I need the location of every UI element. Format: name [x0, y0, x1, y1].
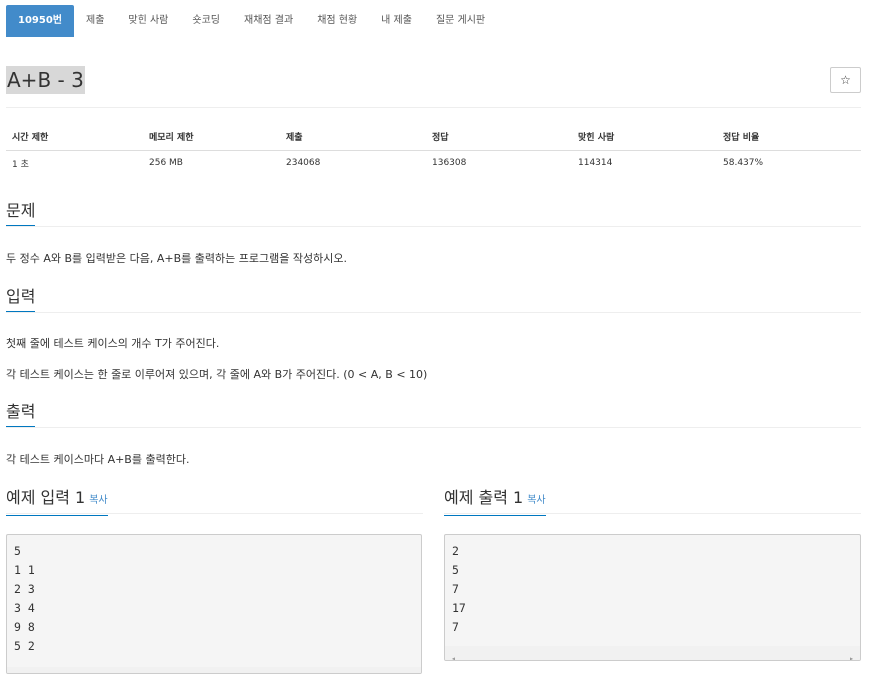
horizontal-scrollbar[interactable]: ◂ ▸ — [7, 667, 421, 673]
ratio-value: 58.437% — [723, 158, 764, 169]
sample-input-line: 9 8 — [14, 620, 35, 634]
favorite-button[interactable]: ☆ — [830, 67, 861, 93]
output-description: 각 테스트 케이스마다 A+B를 출력한다. — [6, 453, 190, 466]
tab-problem[interactable]: 10950번 — [6, 5, 74, 37]
header-ratio: 정답 비율 — [717, 124, 861, 151]
sample-input-line: 2 3 — [14, 582, 35, 596]
section-problem-title: 문제 — [6, 202, 36, 226]
sample-input-line: 3 4 — [14, 601, 35, 615]
tab-submit[interactable]: 제출 — [74, 5, 116, 37]
problem-title-wrap: A+B - 3 — [6, 66, 85, 94]
tab-short-coding[interactable]: 숏코딩 — [180, 5, 232, 37]
sample-output-line: 7 — [452, 620, 459, 634]
section-problem: 문제 — [6, 202, 861, 227]
star-icon: ☆ — [840, 73, 851, 87]
section-input-title: 입력 — [6, 288, 36, 312]
tab-my-submissions[interactable]: 내 제출 — [369, 5, 424, 37]
problem-description: 두 정수 A와 B를 입력받은 다음, A+B를 출력하는 프로그램을 작성하시… — [6, 252, 347, 265]
accepted-value: 136308 — [432, 158, 467, 169]
sample-input-line: 5 — [14, 544, 21, 558]
header-accepted: 정답 — [426, 124, 572, 151]
input-description-2: 각 테스트 케이스는 한 줄로 이루어져 있으며, 각 줄에 A와 B가 주어진… — [6, 368, 428, 381]
problem-tabs: 10950번 제출 맞힌 사람 숏코딩 재채점 결과 채점 현황 내 제출 질문… — [6, 5, 497, 37]
section-sample-input: 예제 입력 1 복사 — [6, 489, 423, 516]
memory-limit-value: 256 MB — [149, 158, 183, 169]
scroll-left-icon[interactable]: ◂ — [451, 649, 456, 660]
horizontal-scrollbar[interactable]: ◂ ▸ — [445, 646, 860, 660]
sample-input-box[interactable]: 5 1 1 2 3 3 4 9 8 5 2 ◂ ▸ — [6, 534, 422, 674]
scroll-right-icon[interactable]: ▸ — [410, 670, 415, 673]
submissions-value: 234068 — [286, 158, 321, 169]
tab-solvers[interactable]: 맞힌 사람 — [116, 5, 180, 37]
tab-board[interactable]: 질문 게시판 — [424, 5, 497, 37]
sample-output-line: 7 — [452, 582, 459, 596]
tab-status[interactable]: 채점 현황 — [305, 5, 369, 37]
scroll-left-icon[interactable]: ◂ — [13, 670, 18, 673]
sample-input-title: 예제 입력 1 복사 — [6, 489, 108, 516]
section-input: 입력 — [6, 288, 861, 313]
problem-info-table: 시간 제한 메모리 제한 제출 정답 맞힌 사람 정답 비율 1 초 256 M… — [6, 124, 861, 176]
sample-output-line: 2 — [452, 544, 459, 558]
copy-input-button[interactable]: 복사 — [89, 495, 107, 506]
section-output: 출력 — [6, 403, 861, 428]
sample-output-line: 5 — [452, 563, 459, 577]
header-time-limit: 시간 제한 — [6, 124, 143, 151]
scroll-right-icon[interactable]: ▸ — [849, 649, 854, 660]
title-divider — [6, 107, 861, 108]
header-solvers: 맞힌 사람 — [572, 124, 717, 151]
sample-output-line: 17 — [452, 601, 466, 615]
sample-output-box[interactable]: 2 5 7 17 7 ◂ ▸ — [444, 534, 861, 661]
copy-output-button[interactable]: 복사 — [527, 495, 545, 506]
table-header-row: 시간 제한 메모리 제한 제출 정답 맞힌 사람 정답 비율 — [6, 124, 861, 151]
tab-rejudge[interactable]: 재채점 결과 — [232, 5, 305, 37]
sample-output-title: 예제 출력 1 복사 — [444, 489, 546, 516]
header-memory-limit: 메모리 제한 — [143, 124, 280, 151]
section-output-title: 출력 — [6, 403, 36, 427]
sample-input-line: 5 2 — [14, 639, 35, 653]
table-row: 1 초 256 MB 234068 136308 114314 58.437% — [6, 150, 861, 176]
solvers-value: 114314 — [578, 158, 613, 169]
time-limit-value: 1 초 — [12, 159, 29, 170]
header-submissions: 제출 — [280, 124, 426, 151]
sample-input-line: 1 1 — [14, 563, 35, 577]
section-sample-output: 예제 출력 1 복사 — [444, 489, 861, 516]
input-description-1: 첫째 줄에 테스트 케이스의 개수 T가 주어진다. — [6, 337, 220, 350]
problem-title: A+B - 3 — [6, 66, 85, 94]
